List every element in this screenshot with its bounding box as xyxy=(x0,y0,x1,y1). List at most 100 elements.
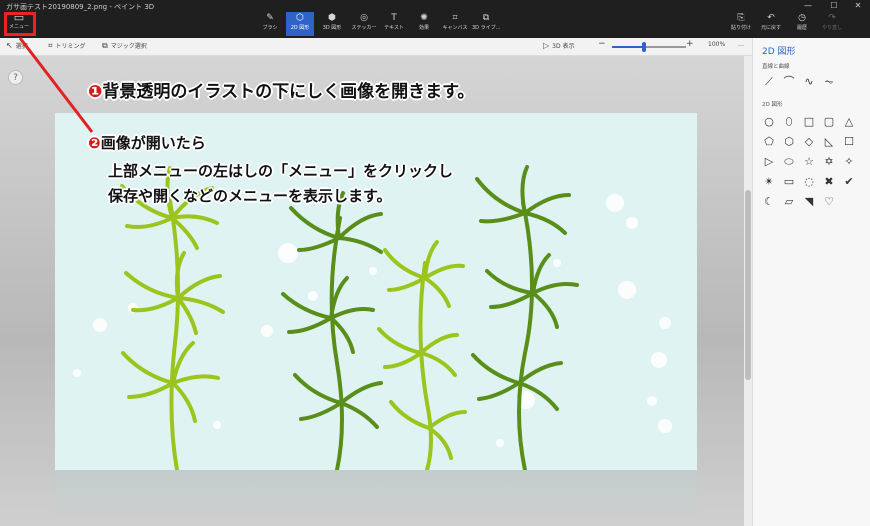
panel-title: 2D 図形 xyxy=(762,47,796,57)
maximize-button[interactable]: ☐ xyxy=(822,0,846,12)
tool-effects-button[interactable]: ✺ 効果 xyxy=(410,12,438,36)
tool-canvas-button[interactable]: ⌗ キャンバス xyxy=(441,12,469,36)
zoom-in-button[interactable]: + xyxy=(686,39,694,49)
crop-label: トリミング xyxy=(55,43,86,50)
shape-icon[interactable]: ▱ xyxy=(781,194,797,210)
line-shape-icon[interactable]: ⏦ xyxy=(821,74,837,90)
scrollbar-thumb[interactable] xyxy=(745,190,751,380)
line-shape-icon[interactable]: ⟋ xyxy=(761,74,777,90)
shape-icon[interactable]: ◥ xyxy=(801,194,817,210)
shape-icon[interactable]: ◇ xyxy=(801,134,817,150)
minimize-button[interactable]: — xyxy=(796,0,820,12)
annotation-step2-line3: 保存や開くなどのメニューを表示します。 xyxy=(108,187,392,205)
tool-2d-shapes-label: 2D 図形 xyxy=(290,25,310,31)
history-button[interactable]: ◷ 履歴 xyxy=(788,12,816,36)
tool-brush-button[interactable]: ✎ ブラシ xyxy=(256,12,284,36)
shape-icon[interactable]: ▭ xyxy=(781,174,797,190)
view-3d-icon: ▷ xyxy=(543,41,550,50)
paste-icon: ⎘ xyxy=(737,13,745,23)
title-bar: ガサ画テスト20190809_2.png - ペイント 3D ▭ メニュー ✎ … xyxy=(0,0,870,38)
tool-text-button[interactable]: T テキスト xyxy=(380,12,408,36)
shape-icon[interactable]: ✖ xyxy=(821,174,837,190)
shape-icon[interactable]: ▢ xyxy=(821,114,837,130)
shape-icon[interactable]: ☆ xyxy=(801,154,817,170)
tool-2d-shapes-button[interactable]: ⬡ 2D 図形 xyxy=(286,12,314,36)
menu-button-label: メニュー xyxy=(8,24,29,30)
step2-line1: 画像が開いたら xyxy=(100,134,206,152)
history-icon: ◷ xyxy=(798,13,806,23)
redo-button[interactable]: ↷ やり直し xyxy=(818,12,846,36)
paste-label: 貼り付け xyxy=(730,25,751,31)
crop-icon: ⌗ xyxy=(48,41,53,50)
view-3d-toggle[interactable]: ▷ 3D 表示 xyxy=(543,41,575,50)
shapes-panel: 2D 図形 直線と曲線 ⟋ ⌒ ∿ ⏦ 2D 図形 ○ ⬯ □ ▢ △ ⬠ ⬡ ◇ ◺ ☐ ▷ ⬭ ☆ ✡ ✧ ✴ ▭… xyxy=(752,38,870,526)
shape-icon[interactable]: △ xyxy=(841,114,857,130)
more-options-button[interactable]: … xyxy=(738,41,744,48)
undo-button[interactable]: ↶ 元に戻す xyxy=(757,12,785,36)
zoom-out-button[interactable]: − xyxy=(598,39,606,49)
select-label: 選択 xyxy=(15,43,28,50)
shape-icon[interactable]: ☐ xyxy=(841,134,857,150)
shape-icon[interactable]: ◺ xyxy=(821,134,837,150)
shape-icon[interactable]: ⬭ xyxy=(781,154,797,170)
tool-stickers-button[interactable]: ◎ ステッカー xyxy=(350,12,378,36)
sub-toolbar: ↖ 選択 ⌗ トリミング ⧉ マジック選択 ▷ 3D 表示 − + 100% … xyxy=(0,38,752,56)
tool-canvas-label: キャンバス xyxy=(442,25,468,31)
canvas-reflection xyxy=(55,470,697,526)
step1-text: 背景透明のイラストの下にしく画像を開きます。 xyxy=(102,82,475,102)
tool-3d-library-button[interactable]: ⧉ 3D ライブ... xyxy=(472,12,500,36)
step2-number: ❷ xyxy=(88,134,101,152)
shape-icon[interactable]: ○ xyxy=(761,114,777,130)
3d-shapes-icon: ⬢ xyxy=(328,13,336,23)
line-shape-icon[interactable]: ⌒ xyxy=(781,74,797,90)
menu-icon: ▭ xyxy=(13,11,25,24)
tool-3d-library-label: 3D ライブ... xyxy=(472,25,501,31)
stickers-icon: ◎ xyxy=(360,13,368,23)
shape-icon[interactable]: ✡ xyxy=(821,154,837,170)
shape-icon[interactable]: ⬡ xyxy=(781,134,797,150)
tool-3d-shapes-label: 3D 図形 xyxy=(322,25,342,31)
select-tool[interactable]: ↖ 選択 xyxy=(6,41,28,50)
bubbles xyxy=(73,194,672,447)
undo-label: 元に戻す xyxy=(760,25,781,31)
tool-3d-shapes-button[interactable]: ⬢ 3D 図形 xyxy=(318,12,346,36)
shape-icon[interactable]: ⬠ xyxy=(761,134,777,150)
3d-library-icon: ⧉ xyxy=(482,13,490,23)
shape-icon[interactable]: ♡ xyxy=(821,194,837,210)
redo-label: やり直し xyxy=(821,25,842,31)
zoom-slider-thumb[interactable] xyxy=(641,42,646,52)
shape-icon[interactable]: ⬯ xyxy=(781,114,797,130)
menu-button[interactable]: ▭ メニュー xyxy=(4,12,34,36)
tool-stickers-label: ステッカー xyxy=(351,25,377,31)
shapes-section-label: 2D 図形 xyxy=(762,102,783,108)
shape-icon[interactable]: ✧ xyxy=(841,154,857,170)
text-icon: T xyxy=(391,13,397,23)
shape-icon[interactable]: ▷ xyxy=(761,154,777,170)
shape-icon[interactable]: ☾ xyxy=(761,194,777,210)
crop-tool[interactable]: ⌗ トリミング xyxy=(48,41,86,51)
annotation-step1: ❶背景透明のイラストの下にしく画像を開きます。 xyxy=(88,77,474,102)
annotation-step2: ❷画像が開いたら xyxy=(88,132,206,153)
shape-icon[interactable]: □ xyxy=(801,114,817,130)
tool-effects-label: 効果 xyxy=(418,25,429,31)
close-button[interactable]: ✕ xyxy=(846,0,870,12)
lines-section-label: 直線と曲線 xyxy=(762,64,790,70)
pointer-icon: ↖ xyxy=(6,41,13,50)
annotation-step2-line2: 上部メニューの左はしの「メニュー」をクリックし xyxy=(108,162,454,180)
history-label: 履歴 xyxy=(796,25,807,31)
line-shape-icon[interactable]: ∿ xyxy=(801,74,817,90)
seaweed-plants xyxy=(120,165,579,470)
shape-icon[interactable]: ✔ xyxy=(841,174,857,190)
tool-text-label: テキスト xyxy=(384,25,404,31)
zoom-slider-fill xyxy=(612,46,644,48)
step1-number: ❶ xyxy=(88,82,103,102)
brush-icon: ✎ xyxy=(266,13,274,23)
magic-select-tool[interactable]: ⧉ マジック選択 xyxy=(102,41,147,51)
shape-icon[interactable]: ◌ xyxy=(801,174,817,190)
tool-brush-label: ブラシ xyxy=(262,25,278,31)
shape-icon[interactable]: ✴ xyxy=(761,174,777,190)
paste-button[interactable]: ⎘ 貼り付け xyxy=(727,12,755,36)
help-button[interactable]: ? xyxy=(8,70,23,85)
window-title: ガサ画テスト20190809_2.png - ペイント 3D xyxy=(6,3,155,11)
magic-select-icon: ⧉ xyxy=(102,41,108,50)
